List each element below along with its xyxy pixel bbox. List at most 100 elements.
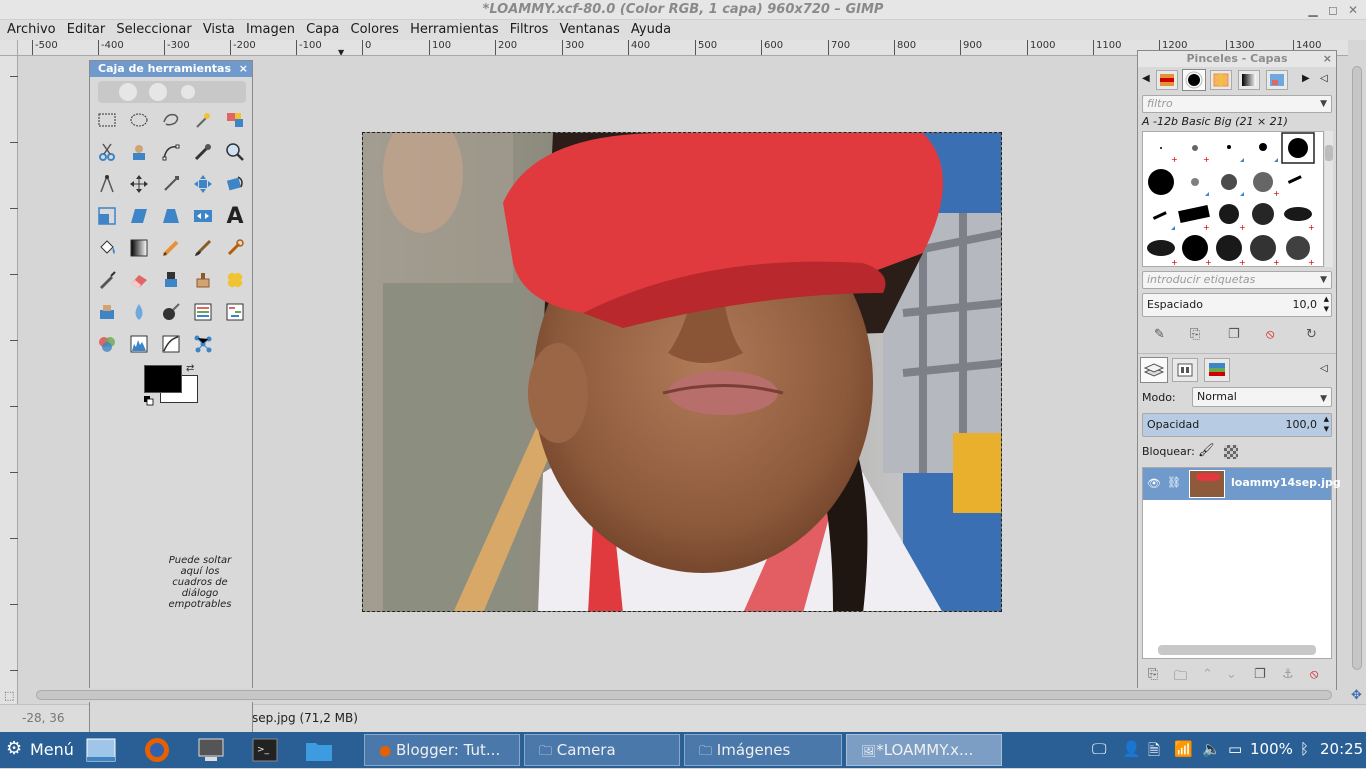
curves-histogram-icon[interactable] — [126, 331, 152, 357]
brush-tags-input[interactable]: introducir etiquetas ▼ — [1142, 271, 1332, 289]
crop-icon[interactable] — [190, 171, 216, 197]
smudge-icon[interactable] — [94, 299, 120, 325]
spacing-slider[interactable]: Espaciado 10,0 ▲ ▼ — [1142, 293, 1332, 317]
duplicate-layer-icon[interactable]: ❐ — [1254, 667, 1266, 682]
rotate-icon[interactable] — [222, 171, 248, 197]
align-icon[interactable] — [158, 171, 184, 197]
color-picker-icon[interactable] — [190, 139, 216, 165]
scissors-icon[interactable] — [94, 139, 120, 165]
ink-icon[interactable] — [94, 267, 120, 293]
lower-layer-icon[interactable]: ⌄ — [1226, 667, 1237, 682]
lock-alpha-icon[interactable] — [1224, 445, 1238, 459]
ruler-corner[interactable] — [0, 40, 18, 56]
menu-herramientas[interactable]: Herramientas — [403, 20, 499, 37]
layers-hscrollbar[interactable] — [1158, 645, 1316, 655]
color-balance-icon[interactable] — [222, 299, 248, 325]
measure-icon[interactable] — [94, 171, 120, 197]
dodge-burn-icon[interactable] — [158, 299, 184, 325]
toolbox-titlebar[interactable]: Caja de herramientas × — [90, 61, 252, 77]
opacity-slider[interactable]: Opacidad 100,0 ▲ ▼ — [1142, 413, 1332, 437]
fuzzy-select-icon[interactable] — [190, 107, 216, 133]
foreground-color-swatch[interactable] — [144, 365, 182, 393]
brush-grid-scrollbar[interactable] — [1325, 131, 1333, 267]
blend-icon[interactable] — [126, 235, 152, 261]
rect-select-icon[interactable] — [94, 107, 120, 133]
menu-gear-icon[interactable]: ⚙ — [6, 738, 22, 759]
tab-scroll-right-icon[interactable]: ▶ — [1302, 73, 1310, 84]
menu-seleccionar[interactable]: Seleccionar — [109, 20, 191, 37]
user-icon[interactable]: 👤 — [1122, 740, 1141, 758]
perspective-icon[interactable] — [158, 203, 184, 229]
start-menu-button[interactable]: Menú — [30, 740, 74, 759]
cage-transform-icon[interactable] — [190, 331, 216, 357]
tab-gradient-editor[interactable] — [1238, 70, 1260, 90]
toolbox-close-icon[interactable]: × — [239, 61, 248, 77]
scale-icon[interactable] — [94, 203, 120, 229]
edit-brush-icon[interactable]: ✎ — [1154, 327, 1165, 342]
tab-paths-dialog[interactable] — [1204, 358, 1230, 382]
taskbar-window-camera[interactable]: 🗀 Camera — [524, 734, 680, 766]
menu-ayuda[interactable]: Ayuda — [624, 20, 671, 37]
dock-close-icon[interactable]: × — [1323, 51, 1332, 67]
levels-icon[interactable] — [190, 299, 216, 325]
free-select-icon[interactable] — [158, 107, 184, 133]
canvas-vertical-scrollbar[interactable] — [1348, 56, 1366, 688]
taskbar-window-blogger[interactable]: ● Blogger: Tut... — [364, 734, 520, 766]
layers-list[interactable]: 👁 ⛓ loammy14sep.jpg — [1142, 467, 1341, 659]
tab-brushes[interactable] — [1182, 69, 1206, 91]
computer-launcher-icon[interactable] — [196, 735, 226, 765]
close-window-icon[interactable]: ✕ — [1346, 3, 1360, 17]
hue-saturation-icon[interactable] — [94, 331, 120, 357]
menu-vista[interactable]: Vista — [196, 20, 235, 37]
clock[interactable]: 20:25 — [1320, 740, 1363, 758]
battery-icon[interactable]: ▭ — [1228, 740, 1242, 758]
tab-scroll-left-icon[interactable]: ◀ — [1142, 73, 1150, 84]
foreground-select-icon[interactable] — [126, 139, 152, 165]
menu-archivo[interactable]: Archivo — [0, 20, 56, 37]
pencil-icon[interactable] — [158, 235, 184, 261]
dock-titlebar[interactable]: Pinceles - Capas × — [1138, 51, 1336, 67]
text-icon[interactable]: A — [222, 203, 248, 229]
new-brush-icon[interactable]: ⎘ — [1190, 327, 1200, 342]
ellipse-select-icon[interactable] — [126, 107, 152, 133]
reset-colors-icon[interactable] — [144, 395, 154, 406]
menu-ventanas[interactable]: Ventanas — [553, 20, 620, 37]
layer-visibility-eye-icon[interactable]: 👁 — [1147, 477, 1161, 490]
refresh-brushes-icon[interactable]: ↻ — [1306, 327, 1317, 342]
bucket-fill-icon[interactable] — [94, 235, 120, 261]
terminal-launcher-icon[interactable]: >_ — [250, 735, 280, 765]
quick-mask-icon[interactable]: ⬚ — [4, 689, 14, 702]
delete-brush-icon[interactable]: ⦸ — [1266, 327, 1274, 342]
eraser-icon[interactable] — [126, 267, 152, 293]
brush-grid[interactable]: + + + + + + + + + + + — [1142, 131, 1324, 267]
delete-layer-icon[interactable]: ⦸ — [1310, 667, 1318, 682]
raise-layer-icon[interactable]: ⌃ — [1202, 667, 1213, 682]
flip-icon[interactable] — [190, 203, 216, 229]
menu-editar[interactable]: Editar — [60, 20, 106, 37]
layer-chain-icon[interactable]: ⛓ — [1167, 476, 1181, 489]
heal-icon[interactable] — [190, 267, 216, 293]
bluetooth-icon[interactable]: ᛒ — [1300, 740, 1309, 758]
show-desktop-icon[interactable] — [86, 735, 116, 765]
paths-icon[interactable] — [158, 139, 184, 165]
move-icon[interactable] — [126, 171, 152, 197]
vertical-ruler[interactable] — [0, 56, 18, 704]
minimize-icon[interactable]: ▁ — [1306, 3, 1320, 17]
menu-capa[interactable]: Capa — [299, 20, 339, 37]
layer-mode-select[interactable]: Normal ▼ — [1192, 387, 1332, 407]
select-by-color-icon[interactable] — [222, 107, 248, 133]
firefox-launcher-icon[interactable] — [142, 735, 172, 765]
wifi-icon[interactable]: 📶 — [1174, 740, 1193, 758]
tab-patterns[interactable] — [1156, 70, 1178, 90]
tab-images[interactable] — [1266, 70, 1288, 90]
perspective-clone-icon[interactable] — [222, 267, 248, 293]
menu-filtros[interactable]: Filtros — [503, 20, 549, 37]
layers-tab-menu-icon[interactable]: ◁ — [1320, 363, 1328, 374]
swap-colors-icon[interactable]: ⇄ — [186, 363, 194, 374]
layer-row[interactable]: 👁 ⛓ loammy14sep.jpg — [1143, 468, 1341, 500]
files-launcher-icon[interactable] — [304, 735, 334, 765]
volume-icon[interactable]: 🔈 — [1202, 740, 1221, 758]
maximize-icon[interactable]: ◻ — [1326, 3, 1340, 17]
curves-icon[interactable] — [158, 331, 184, 357]
paintbrush-icon[interactable] — [190, 235, 216, 261]
